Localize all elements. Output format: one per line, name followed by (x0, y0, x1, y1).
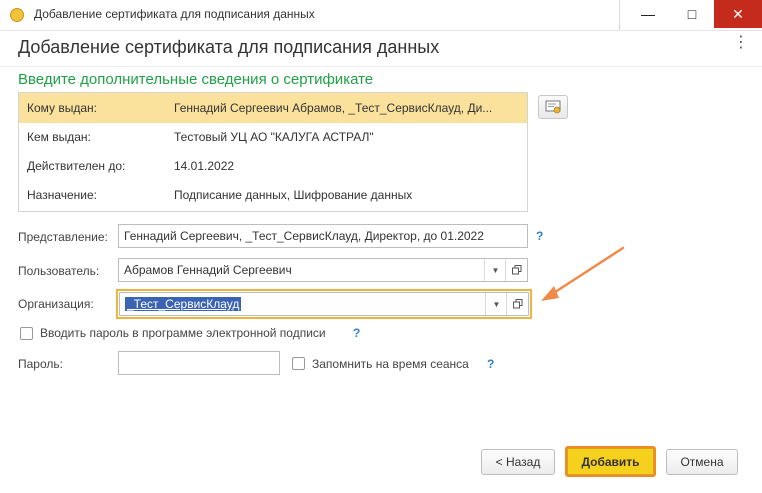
app-icon (10, 8, 24, 22)
enter-password-checkbox-label[interactable]: Вводить пароль в программе электронной п… (40, 326, 326, 340)
user-dropdown-icon[interactable]: ▼ (484, 259, 506, 281)
cert-label: Действителен до: (27, 159, 126, 173)
password-input[interactable] (118, 351, 280, 375)
cert-value: Геннадий Сергеевич Абрамов, _Тест_Сервис… (174, 101, 493, 115)
maximize-button[interactable]: □ (670, 0, 714, 28)
certificate-row-purpose[interactable]: Назначение: Подписание данных, Шифровани… (19, 180, 527, 210)
organization-open-icon[interactable] (506, 293, 528, 315)
cert-value: Тестовый УЦ АО "КАЛУГА АСТРАЛ" (174, 130, 374, 144)
back-button[interactable]: < Назад (481, 449, 555, 475)
user-label: Пользователь: (18, 264, 100, 278)
certificate-icon (545, 100, 561, 114)
titlebar-separator (619, 0, 620, 30)
cert-label: Кому выдан: (27, 101, 98, 115)
remember-session-help-icon[interactable]: ? (487, 357, 494, 371)
open-certificate-button[interactable] (538, 95, 568, 119)
representation-value: Геннадий Сергеевич, _Тест_СервисКлауд, Д… (124, 229, 484, 243)
cert-value: 14.01.2022 (174, 159, 235, 173)
add-button[interactable]: Добавить (565, 446, 656, 477)
certificate-row-issued-to[interactable]: Кому выдан: Геннадий Сергеевич Абрамов, … (19, 93, 527, 123)
password-label: Пароль: (18, 357, 63, 371)
representation-input[interactable]: Геннадий Сергеевич, _Тест_СервисКлауд, Д… (118, 224, 528, 248)
user-input[interactable]: Абрамов Геннадий Сергеевич ▼ (118, 258, 528, 282)
header-divider (0, 66, 762, 67)
close-button[interactable]: ✕ (714, 0, 762, 28)
annotation-arrow-icon (541, 246, 625, 301)
enter-password-help-icon[interactable]: ? (353, 326, 360, 340)
organization-value-text: _Тест_СервисКлауд (125, 297, 242, 311)
representation-label: Представление: (18, 230, 108, 244)
minimize-button[interactable]: — (626, 0, 670, 28)
user-value: Абрамов Геннадий Сергеевич (124, 263, 292, 277)
certificate-row-valid-until[interactable]: Действителен до: 14.01.2022 (19, 151, 527, 181)
enter-password-checkbox[interactable] (20, 327, 33, 340)
form-subheading: Введите дополнительные сведения о сертиф… (18, 71, 374, 88)
more-actions-icon[interactable]: ⋮ (733, 35, 749, 51)
organization-input[interactable]: _Тест_СервисКлауд ▼ (119, 292, 529, 316)
window-title: Добавление сертификата для подписания да… (34, 7, 315, 21)
organization-label: Организация: (18, 297, 94, 311)
certificate-row-issued-by[interactable]: Кем выдан: Тестовый УЦ АО "КАЛУГА АСТРАЛ… (19, 122, 527, 152)
cert-label: Кем выдан: (27, 130, 91, 144)
form-heading: Добавление сертификата для подписания да… (18, 37, 440, 57)
organization-value: _Тест_СервисКлауд (125, 297, 242, 311)
organization-dropdown-icon[interactable]: ▼ (485, 293, 507, 315)
remember-session-checkbox[interactable] (292, 357, 305, 370)
remember-session-checkbox-label[interactable]: Запомнить на время сеанса (312, 357, 469, 371)
user-open-icon[interactable] (505, 259, 527, 281)
cancel-button[interactable]: Отмена (666, 449, 738, 475)
cert-value: Подписание данных, Шифрование данных (174, 188, 413, 202)
cert-label: Назначение: (27, 188, 98, 202)
